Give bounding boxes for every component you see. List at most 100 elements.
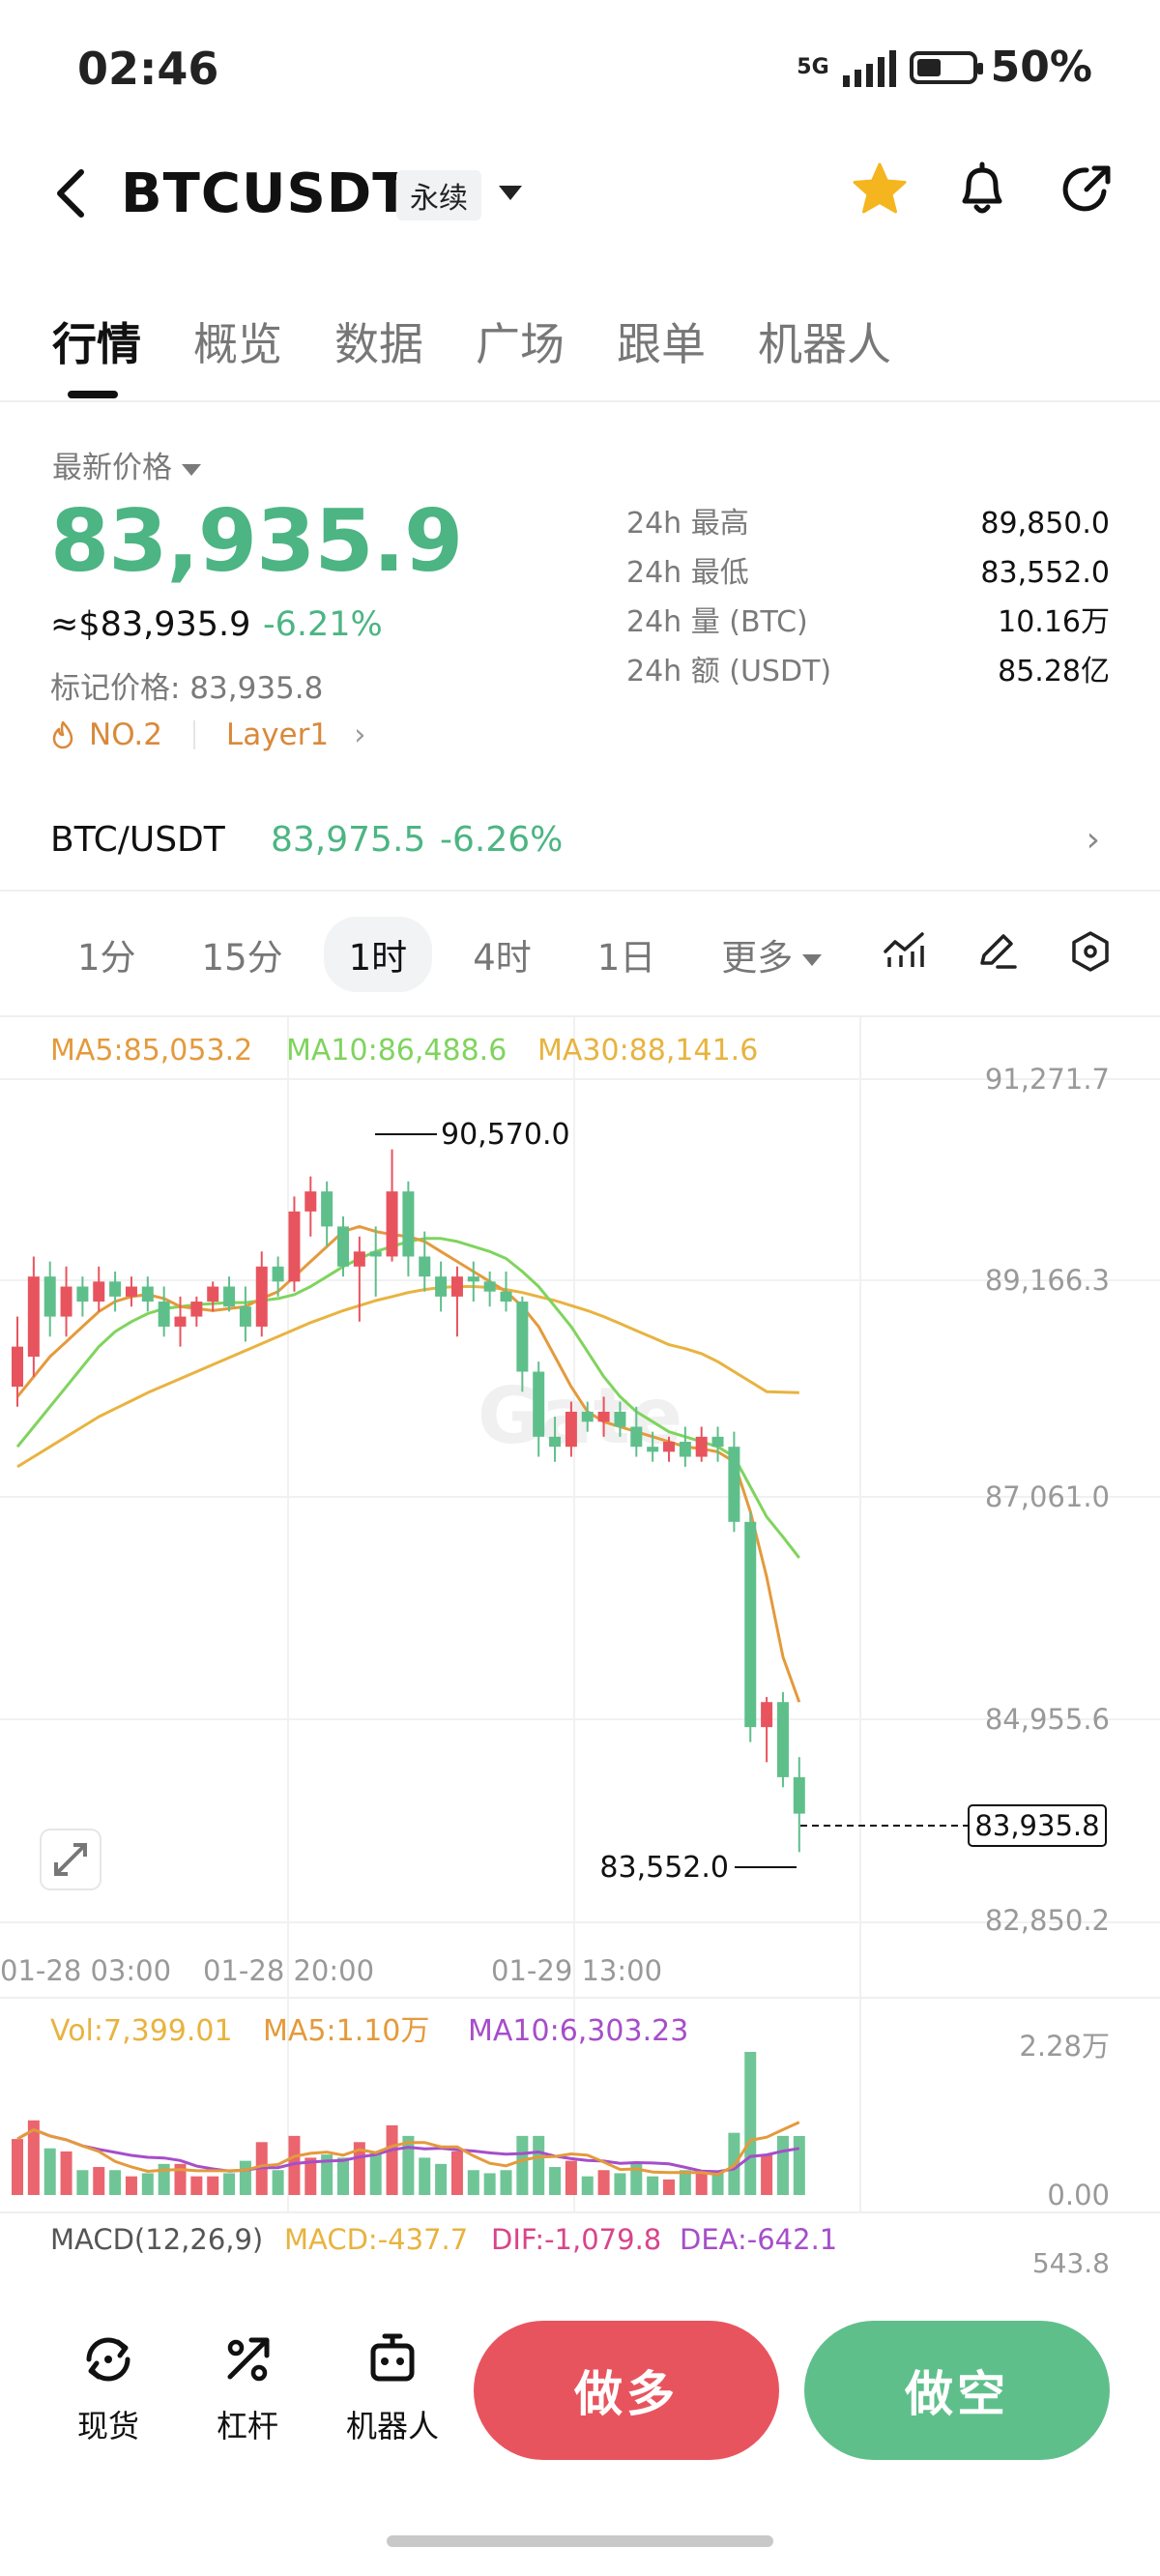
candles <box>12 1149 805 1853</box>
candle-body <box>565 1411 577 1448</box>
candle-body <box>12 1346 23 1388</box>
interval-1d[interactable]: 1日 <box>572 917 682 992</box>
spot-pair-price: 83,975.5 <box>271 820 426 860</box>
volume-bar <box>125 2176 137 2195</box>
draw-pen-icon[interactable] <box>976 930 1019 969</box>
symbol-title[interactable]: BTCUSDT <box>121 162 410 225</box>
fullscreen-expand-icon[interactable] <box>40 1829 102 1890</box>
candle-body <box>419 1256 431 1277</box>
candle-body <box>93 1281 105 1303</box>
candle-body <box>353 1251 365 1267</box>
volume-bar <box>93 2167 105 2195</box>
chevron-right-icon[interactable]: › <box>1087 820 1100 860</box>
stat-label: 24h 额 (USDT) <box>626 655 832 688</box>
volume-bar <box>450 2151 463 2195</box>
interval-4h[interactable]: 4时 <box>448 917 557 992</box>
settings-hexagon-icon[interactable] <box>1069 930 1112 973</box>
interval-1m[interactable]: 1分 <box>52 917 161 992</box>
candle-body <box>761 1702 773 1728</box>
stat-value: 83,552.0 <box>980 556 1110 590</box>
indicator-icon[interactable] <box>884 930 926 969</box>
y-tick: 91,271.7 <box>985 1063 1110 1096</box>
tab-bots[interactable]: 机器人 <box>758 309 891 373</box>
active-tab-indicator <box>68 391 118 398</box>
back-arrow-icon[interactable] <box>48 164 97 222</box>
candle-body <box>321 1191 334 1227</box>
candle-body <box>597 1411 610 1422</box>
interval-15m[interactable]: 15分 <box>177 917 308 992</box>
candle-body <box>533 1371 545 1437</box>
volume-bar <box>207 2176 219 2195</box>
stats-24h: 24h 最高 89,850.0 24h 最低 83,552.0 24h 量 (BTC… <box>626 505 1110 702</box>
stat-row-high: 24h 最高 89,850.0 <box>626 505 1110 554</box>
candle-body <box>158 1302 170 1327</box>
candle-body <box>125 1286 137 1297</box>
volume-bar <box>467 2170 479 2195</box>
sector-tag[interactable]: Layer1 <box>226 717 329 752</box>
high-marker-label: 90,570.0 <box>441 1118 570 1152</box>
status-indicators: 5G 50% <box>797 43 1092 92</box>
favorite-star-icon[interactable] <box>851 161 909 219</box>
volume-legend: Vol:7,399.01 <box>50 2014 233 2048</box>
tab-market[interactable]: 行情 <box>52 309 141 373</box>
ma30-legend: MA30:88,141.6 <box>537 1034 758 1068</box>
candle-body <box>337 1226 349 1267</box>
nav-leverage[interactable]: 杠杆 <box>189 2330 305 2446</box>
nav-bot[interactable]: 机器人 <box>334 2330 450 2446</box>
candle-body <box>793 1776 805 1814</box>
macd-legend-value: MACD:-437.7 <box>284 2223 468 2256</box>
nav-bot-label: 机器人 <box>345 2408 439 2444</box>
macd-y-tick: 543.8 <box>1032 2247 1110 2274</box>
nav-spot-label: 现货 <box>76 2408 139 2444</box>
caret-down-icon <box>802 953 823 966</box>
nav-leverage-label: 杠杆 <box>216 2408 278 2444</box>
caret-down-icon <box>182 463 201 476</box>
approx-usd-price: ≈$83,935.9 <box>50 605 251 644</box>
share-icon[interactable] <box>1058 161 1116 219</box>
tab-square[interactable]: 广场 <box>476 309 565 373</box>
candle-body <box>663 1442 675 1452</box>
symbol-dropdown-caret-icon[interactable] <box>499 186 522 200</box>
candle-body <box>76 1286 89 1303</box>
tab-overview[interactable]: 概览 <box>193 309 282 373</box>
bell-alert-icon[interactable] <box>955 161 1009 219</box>
spot-exchange-icon <box>86 2337 130 2382</box>
volume-bar <box>419 2157 431 2195</box>
x-tick: 01-28 20:00 <box>203 1954 374 1987</box>
latest-price-selector[interactable]: 最新价格 <box>52 443 201 486</box>
rank-tag[interactable]: NO.2 <box>89 717 162 752</box>
low-marker-label: 83,552.0 <box>599 1851 729 1885</box>
macd-dea-legend: DEA:-642.1 <box>680 2223 837 2256</box>
candle-body <box>239 1306 251 1327</box>
candle-body <box>614 1411 626 1427</box>
candle-body <box>207 1286 219 1303</box>
candle-body <box>630 1426 643 1448</box>
y-tick: 87,061.0 <box>985 1480 1110 1513</box>
volume-bar <box>60 2151 72 2195</box>
divider <box>0 400 1160 402</box>
interval-1h[interactable]: 1时 <box>323 917 433 992</box>
candle-body <box>255 1266 268 1327</box>
tab-data[interactable]: 数据 <box>334 309 423 373</box>
volume-bar <box>109 2170 122 2195</box>
home-indicator[interactable] <box>387 2535 773 2547</box>
price-chart[interactable]: Gate MA5:85,053.2 MA10:86,488.6 MA30:88,… <box>0 1017 1160 2274</box>
last-price: 83,935.9 <box>50 491 463 591</box>
nav-spot[interactable]: 现货 <box>50 2330 166 2446</box>
tab-copy-trading[interactable]: 跟单 <box>617 309 706 373</box>
open-short-button[interactable]: 做空 <box>804 2321 1110 2460</box>
volume-bar <box>761 2154 773 2195</box>
stat-label: 24h 最高 <box>626 507 749 541</box>
divider <box>0 890 1160 892</box>
volume-bar <box>776 2135 789 2195</box>
tag-row[interactable]: NO.2 Layer1 › <box>50 717 365 752</box>
x-tick: 01-29 13:00 <box>491 1954 662 1987</box>
interval-more[interactable]: 更多 <box>696 917 847 992</box>
open-long-button[interactable]: 做多 <box>474 2321 779 2460</box>
flame-icon <box>52 720 73 749</box>
volume-ma5-legend: MA5:1.10万 <box>263 2014 429 2048</box>
contract-type-tag[interactable]: 永续 <box>396 170 481 220</box>
volume-bar <box>141 2173 154 2195</box>
spot-pair-name[interactable]: BTC/USDT <box>50 820 225 860</box>
volume-bar <box>76 2170 89 2195</box>
